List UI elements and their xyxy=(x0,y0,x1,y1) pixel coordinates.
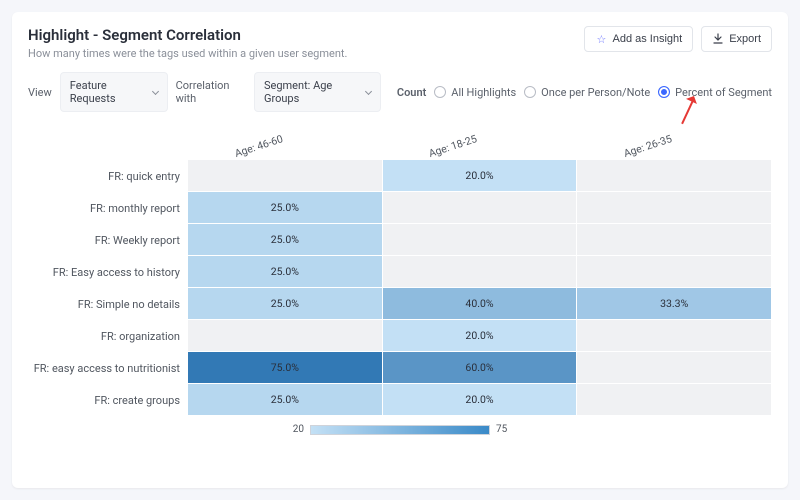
radio-icon xyxy=(524,86,536,98)
heatmap-cell: 20.0% xyxy=(383,320,578,351)
radio-icon xyxy=(658,86,670,98)
row-label: FR: Weekly report xyxy=(28,224,188,256)
add-insight-label: Add as Insight xyxy=(612,33,682,45)
radio-icon xyxy=(434,86,446,98)
corr-select[interactable]: Segment: Age Groups xyxy=(254,72,381,112)
legend: 20 75 xyxy=(28,424,772,435)
export-button[interactable]: Export xyxy=(701,26,772,52)
heatmap-cell: 20.0% xyxy=(383,160,578,191)
row-label: FR: create groups xyxy=(28,384,188,416)
corr-label: Correlation with xyxy=(176,79,246,105)
heatmap-cell xyxy=(188,160,383,191)
legend-gradient xyxy=(310,425,490,435)
heatmap-cell: 25.0% xyxy=(188,224,383,255)
heatmap-cell: 40.0% xyxy=(383,288,578,319)
radio-once[interactable]: Once per Person/Note xyxy=(524,86,650,99)
row-label: FR: quick entry xyxy=(28,160,188,192)
export-label: Export xyxy=(729,33,761,45)
header-actions: ☆ Add as Insight Export xyxy=(584,26,772,52)
add-insight-button[interactable]: ☆ Add as Insight xyxy=(584,26,693,52)
heatmap-cell: 33.3% xyxy=(577,288,772,319)
corr-value: Segment: Age Groups xyxy=(264,79,360,105)
row-label: FR: organization xyxy=(28,320,188,352)
column-header: Age: 18-25 xyxy=(427,132,479,160)
heatmap-cell xyxy=(577,352,772,383)
heatmap-cell xyxy=(577,320,772,351)
heatmap-cell xyxy=(577,192,772,223)
view-value: Feature Requests xyxy=(70,79,147,105)
table-row: 75.0%60.0% xyxy=(188,352,772,384)
page-subtitle: How many times were the tags used within… xyxy=(28,47,347,60)
row-label: FR: easy access to nutritionist xyxy=(28,352,188,384)
heatmap-cell xyxy=(577,256,772,287)
column-header: Age: 46-60 xyxy=(233,132,285,160)
column-header: Age: 26-35 xyxy=(622,132,674,160)
row-label: FR: Simple no details xyxy=(28,288,188,320)
chevron-down-icon xyxy=(365,87,372,94)
column-headers: Age: 46-60 Age: 18-25 Age: 26-35 xyxy=(188,112,772,160)
view-label: View xyxy=(28,86,52,99)
count-label: Count xyxy=(397,86,426,99)
heatmap-cell xyxy=(383,192,578,223)
heatmap: Age: 46-60 Age: 18-25 Age: 26-35 FR: quick… xyxy=(28,112,772,468)
legend-min: 20 xyxy=(293,424,304,435)
row-label: FR: monthly report xyxy=(28,192,188,224)
heatmap-cell: 25.0% xyxy=(188,192,383,223)
controls-row: View Feature Requests Correlation with S… xyxy=(28,72,772,112)
header-titles: Highlight - Segment Correlation How many… xyxy=(28,26,347,60)
view-select[interactable]: Feature Requests xyxy=(60,72,168,112)
heatmap-cell xyxy=(577,160,772,191)
heatmap-cell: 75.0% xyxy=(188,352,383,383)
table-row: 25.0%20.0% xyxy=(188,384,772,416)
heatmap-cell: 25.0% xyxy=(188,288,383,319)
radio-all-highlights[interactable]: All Highlights xyxy=(434,86,516,99)
heatmap-cell: 25.0% xyxy=(188,256,383,287)
download-icon xyxy=(712,33,724,45)
heatmap-cells: 20.0%25.0%25.0%25.0%25.0%40.0%33.3%20.0%… xyxy=(188,160,772,416)
heatmap-cell: 20.0% xyxy=(383,384,578,415)
legend-max: 75 xyxy=(496,424,507,435)
heatmap-cell: 25.0% xyxy=(188,384,383,415)
table-row: 25.0% xyxy=(188,192,772,224)
page-title: Highlight - Segment Correlation xyxy=(28,26,347,44)
radio-pct-label: Percent of Segment xyxy=(675,86,772,99)
table-row: 25.0% xyxy=(188,224,772,256)
radio-all-label: All Highlights xyxy=(451,86,516,99)
radio-percent-segment[interactable]: Percent of Segment xyxy=(658,86,772,99)
table-row: 20.0% xyxy=(188,160,772,192)
table-row: 25.0% xyxy=(188,256,772,288)
table-row: 20.0% xyxy=(188,320,772,352)
star-icon: ☆ xyxy=(595,33,607,45)
heatmap-grid: FR: quick entryFR: monthly reportFR: Wee… xyxy=(28,160,772,416)
table-row: 25.0%40.0%33.3% xyxy=(188,288,772,320)
row-label: FR: Easy access to history xyxy=(28,256,188,288)
report-card: Highlight - Segment Correlation How many… xyxy=(12,12,788,488)
row-labels: FR: quick entryFR: monthly reportFR: Wee… xyxy=(28,160,188,416)
heatmap-cell xyxy=(188,320,383,351)
chevron-down-icon xyxy=(152,87,159,94)
heatmap-cell xyxy=(383,224,578,255)
heatmap-cell: 60.0% xyxy=(383,352,578,383)
heatmap-cell xyxy=(577,384,772,415)
radio-once-label: Once per Person/Note xyxy=(541,86,650,99)
header: Highlight - Segment Correlation How many… xyxy=(28,26,772,60)
heatmap-cell xyxy=(383,256,578,287)
heatmap-cell xyxy=(577,224,772,255)
